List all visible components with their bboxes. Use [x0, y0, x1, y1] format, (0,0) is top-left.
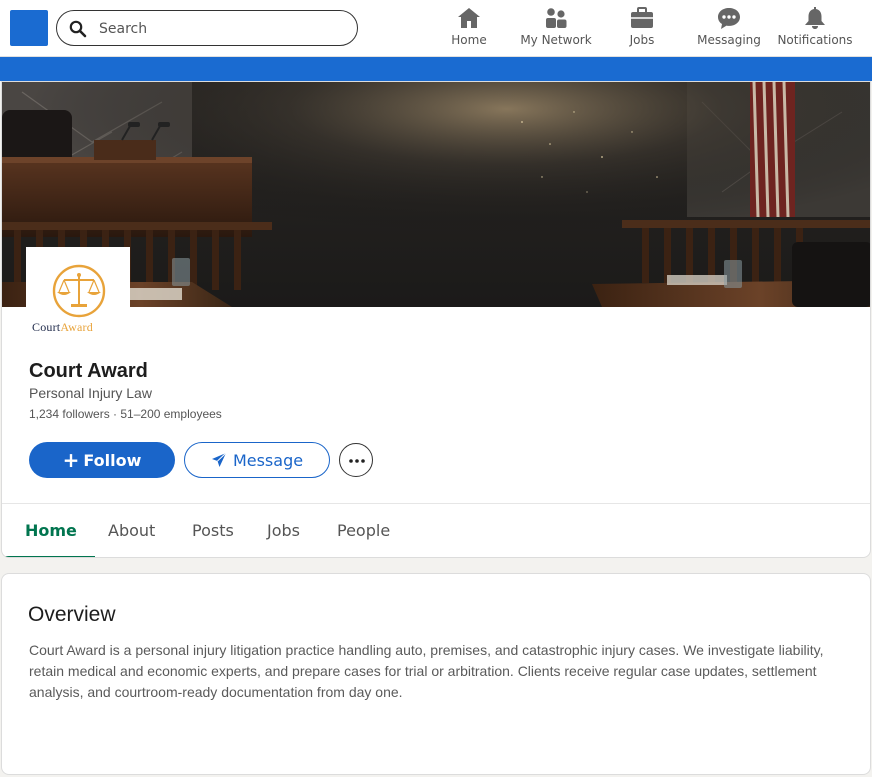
- logo-wordmark-court: Court: [32, 320, 61, 334]
- search-icon: [69, 20, 87, 38]
- home-icon: [458, 8, 480, 28]
- message-button[interactable]: Message: [184, 442, 330, 478]
- chat-icon: [718, 8, 740, 29]
- more-icon: [349, 459, 365, 463]
- people-icon: [546, 8, 567, 28]
- tab-people[interactable]: People: [337, 504, 390, 557]
- company-meta: 1,234 followers · 51–200 employees: [29, 407, 222, 421]
- nav-my-network-label: My Network: [520, 33, 592, 47]
- company-name: Court Award: [29, 360, 148, 382]
- nav-messaging-label: Messaging: [697, 33, 761, 47]
- nav-jobs[interactable]: Jobs: [626, 6, 658, 52]
- nav-my-network[interactable]: My Network: [519, 6, 593, 52]
- nav-home-label: Home: [451, 33, 487, 47]
- nav-home[interactable]: Home: [449, 6, 489, 52]
- company-logo: CourtAward: [26, 247, 130, 339]
- plus-icon: +: [62, 448, 80, 472]
- nav-notifications[interactable]: Notifications: [777, 6, 853, 52]
- overview-text: Court Award is a personal injury litigat…: [29, 642, 824, 700]
- app-logo[interactable]: [10, 10, 48, 46]
- tab-home[interactable]: Home: [3, 504, 95, 557]
- logo-wordmark-award: Award: [60, 320, 93, 334]
- header-accent-band: [0, 57, 872, 81]
- bell-icon: [805, 7, 825, 29]
- tab-about[interactable]: About: [108, 504, 155, 557]
- follow-button[interactable]: + Follow: [29, 442, 175, 478]
- nav-messaging[interactable]: Messaging: [697, 6, 761, 52]
- briefcase-icon: [631, 7, 653, 28]
- cover-image: [2, 82, 870, 307]
- company-logo-wordmark: CourtAward: [32, 320, 128, 335]
- tab-posts[interactable]: Posts: [192, 504, 234, 557]
- more-options-button[interactable]: [339, 443, 373, 477]
- company-tagline: Personal Injury Law: [29, 385, 152, 401]
- company-profile-card: CourtAward Court Award Personal Injury L…: [1, 81, 871, 558]
- search-bar[interactable]: [56, 10, 358, 46]
- overview-title: Overview: [28, 603, 116, 626]
- top-nav: Home My Network Jobs Messaging: [0, 0, 872, 57]
- overview-card: Overview Court Award is a personal injur…: [1, 573, 871, 775]
- tab-jobs[interactable]: Jobs: [267, 504, 300, 557]
- send-icon: [211, 452, 227, 467]
- follow-button-label: Follow: [83, 451, 142, 470]
- search-input[interactable]: [99, 18, 339, 40]
- nav-jobs-label: Jobs: [629, 33, 655, 47]
- message-button-label: Message: [232, 450, 304, 470]
- nav-notifications-label: Notifications: [777, 33, 853, 47]
